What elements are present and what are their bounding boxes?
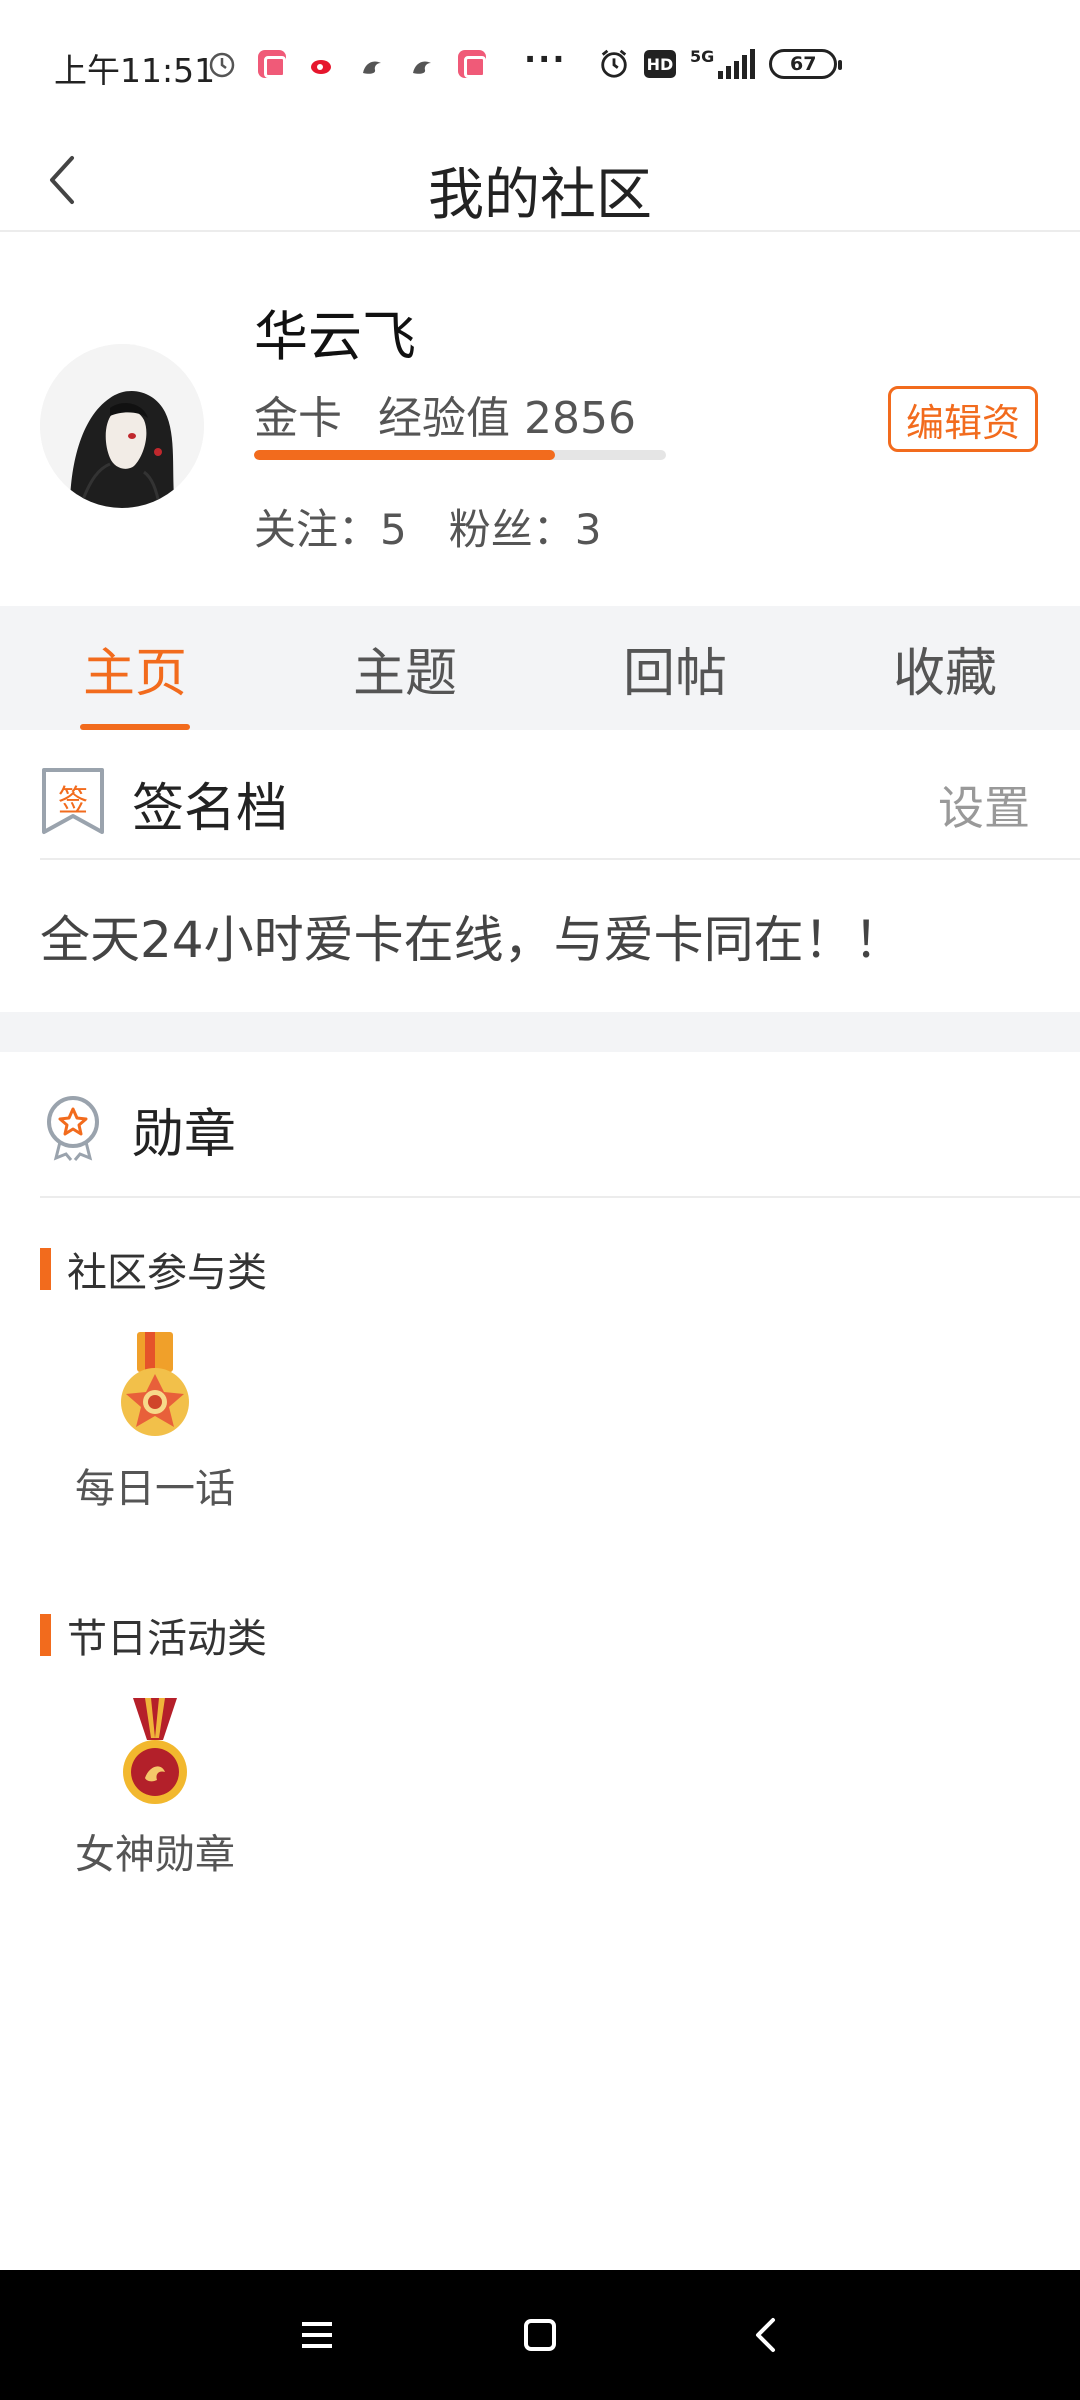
app-notification-icon [256, 48, 288, 80]
home-icon[interactable] [515, 2310, 565, 2360]
more-notifications-icon: ··· [524, 40, 567, 78]
badge-category: 社区参与类 [40, 1240, 267, 1298]
top-nav-bar: 我的社区 [0, 128, 1080, 232]
network-type-label: 5G [690, 47, 715, 66]
username: 华云飞 [254, 305, 416, 368]
squirrel-app-icon [356, 48, 388, 80]
edit-profile-button[interactable]: 编辑资 [888, 386, 1038, 452]
section-divider [0, 1012, 1080, 1052]
status-bar: 上午11:51 ··· HD 5G 67 [0, 0, 1080, 128]
badge-item[interactable]: 每日一话 [70, 1330, 240, 1514]
follow-label[interactable]: 关注： [254, 505, 380, 554]
battery-icon: 67 [769, 49, 843, 79]
tab-favorites[interactable]: 收藏 [810, 606, 1080, 730]
level-info: 金卡 经验值 2856 [254, 382, 636, 446]
signature-icon: 签 [40, 766, 106, 836]
category-marker [40, 1248, 51, 1290]
exp-value: 2856 [524, 393, 636, 444]
badge-category-label: 社区参与类 [67, 1250, 267, 1296]
badges-header: 勋章 [40, 1052, 1080, 1198]
page-title: 我的社区 [428, 163, 652, 228]
system-navigation-bar [0, 2270, 1080, 2400]
follow-stats: 关注：5 粉丝：3 [254, 496, 602, 557]
badges-title: 勋章 [132, 1105, 237, 1165]
app-notification-icon [456, 48, 488, 80]
weibo-icon [306, 48, 338, 80]
system-icons: HD 5G 67 [598, 44, 843, 84]
notification-icons [206, 44, 488, 84]
status-time: 上午11:51 [54, 51, 216, 90]
squirrel-app-icon [406, 48, 438, 80]
back-nav-icon[interactable] [742, 2310, 792, 2360]
signature-icon-char: 签 [58, 784, 88, 819]
tab-topics[interactable]: 主题 [270, 606, 540, 730]
tab-replies[interactable]: 回帖 [540, 606, 810, 730]
battery-level: 67 [790, 53, 817, 75]
badge-item[interactable]: 女神勋章 [70, 1696, 240, 1880]
alarm-icon [206, 48, 238, 80]
signature-settings-button[interactable]: 设置 [938, 772, 1030, 838]
signature-header: 签 签名档 设置 [40, 730, 1080, 860]
signature-text: 全天24小时爱卡在线，与爱卡同在！！ [40, 911, 904, 969]
signal-icon: 5G [690, 47, 756, 79]
exp-label: 经验值 [378, 393, 510, 444]
exp-progress-fill [254, 450, 555, 460]
fans-label[interactable]: 粉丝： [449, 505, 575, 554]
goddess-medal-icon [123, 1698, 187, 1804]
medal-icon [40, 1092, 106, 1162]
member-level: 金卡 [254, 393, 342, 444]
profile-tabs: 主页 主题 回帖 收藏 [0, 606, 1080, 730]
badge-label: 女神勋章 [75, 1832, 235, 1878]
badge-category: 节日活动类 [40, 1606, 267, 1664]
fans-count[interactable]: 3 [575, 505, 602, 554]
tab-home[interactable]: 主页 [0, 606, 270, 730]
menu-icon[interactable] [292, 2310, 342, 2360]
daily-talk-medal-icon [121, 1332, 189, 1436]
alarm-clock-icon [598, 48, 630, 80]
category-marker [40, 1614, 51, 1656]
hd-icon: HD [644, 50, 676, 78]
exp-progress-bar [254, 450, 666, 460]
badge-label: 每日一话 [75, 1466, 235, 1512]
follow-count[interactable]: 5 [380, 505, 407, 554]
avatar[interactable] [40, 344, 204, 508]
badge-category-label: 节日活动类 [67, 1616, 267, 1662]
signature-title: 签名档 [132, 779, 289, 839]
